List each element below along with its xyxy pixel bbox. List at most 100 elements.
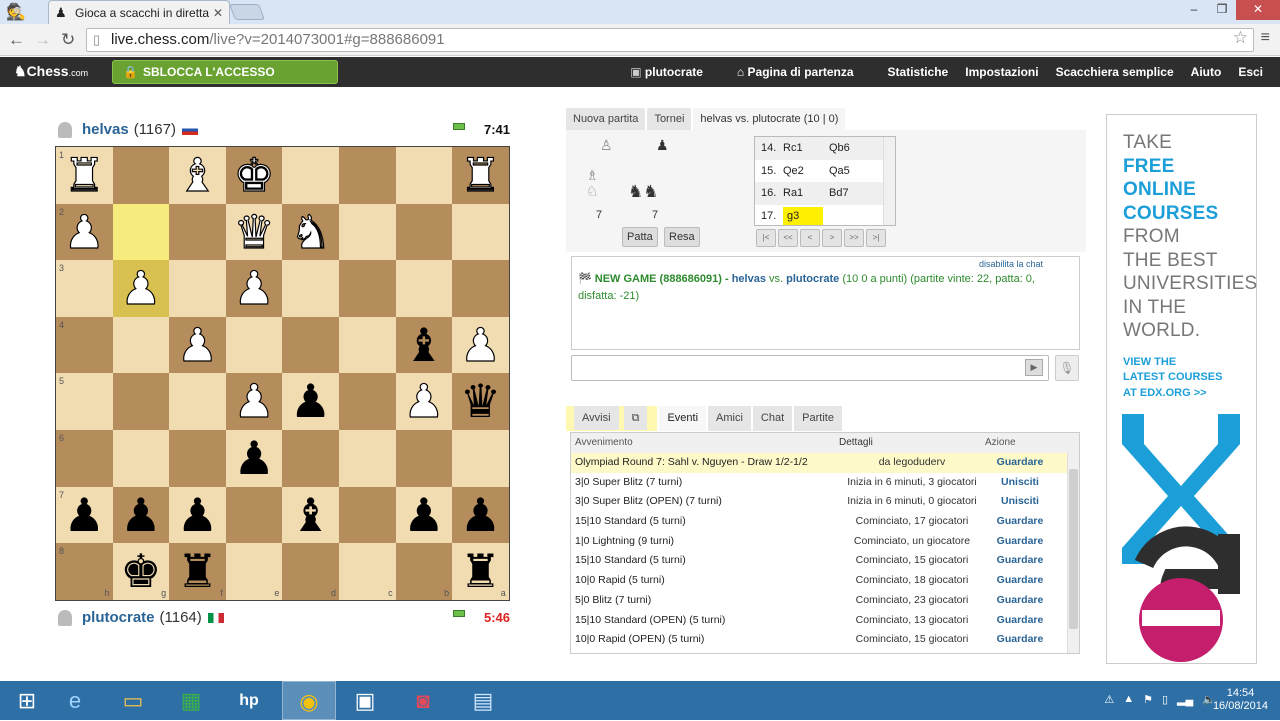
events-scrollbar[interactable] bbox=[1067, 453, 1079, 653]
reload-icon[interactable]: ↻ bbox=[61, 30, 75, 50]
bookmark-star-icon[interactable]: ☆ bbox=[1233, 28, 1248, 48]
internet-explorer-icon[interactable]: e bbox=[48, 681, 102, 720]
black-pawn-icon[interactable]: ♟ bbox=[290, 375, 331, 427]
microphone-icon[interactable]: 🎙 bbox=[1055, 355, 1079, 381]
minimize-icon[interactable]: – bbox=[1180, 0, 1208, 20]
board-square[interactable] bbox=[112, 429, 170, 487]
popout-icon[interactable]: ⧉ bbox=[623, 406, 648, 430]
board-square[interactable]: 2 ♟ bbox=[56, 203, 113, 261]
forward-fast-button[interactable]: >> bbox=[844, 229, 864, 247]
tab-friends[interactable]: Amici bbox=[708, 406, 751, 431]
board-square[interactable] bbox=[338, 316, 396, 374]
event-row[interactable]: 10|0 Rapid (5 turni) Cominciato, 18 gioca… bbox=[571, 571, 1079, 591]
white-rook-icon[interactable]: ♜ bbox=[459, 148, 501, 201]
board-square[interactable]: ♟ bbox=[395, 486, 453, 544]
board-square[interactable]: ♟ bbox=[225, 429, 283, 487]
address-bar[interactable]: ▯ live.chess.com/live?v=2014073001#g=888… bbox=[86, 28, 1254, 52]
board-square[interactable]: ♚ bbox=[225, 147, 283, 204]
resign-button[interactable]: Resa bbox=[664, 227, 700, 247]
draw-button[interactable]: Patta bbox=[622, 227, 658, 247]
current-user[interactable]: ▣ plutocrate bbox=[630, 65, 720, 79]
board-square[interactable]: ♟ bbox=[169, 316, 226, 374]
board-square[interactable] bbox=[452, 203, 509, 261]
black-king-icon[interactable]: ♚ bbox=[120, 545, 161, 597]
board-square[interactable] bbox=[282, 260, 339, 317]
event-row[interactable]: 3|0 Super Blitz (7 turni) Inizia in 6 min… bbox=[571, 473, 1079, 493]
chess-logo[interactable]: ♞Chess.com bbox=[14, 63, 88, 80]
black-rook-icon[interactable]: ♜ bbox=[177, 545, 218, 597]
event-row[interactable]: 5|0 Blitz (7 turni) Cominciato, 23 giocat… bbox=[571, 591, 1079, 611]
event-action-link[interactable]: Guardare bbox=[985, 591, 1055, 611]
board-square[interactable] bbox=[112, 373, 170, 430]
board-square[interactable]: 7 ♟ bbox=[56, 486, 113, 544]
close-window-icon[interactable]: ✕ bbox=[1236, 0, 1280, 20]
current-move[interactable]: g3 bbox=[783, 206, 823, 225]
board-square[interactable] bbox=[112, 203, 170, 261]
board-square[interactable]: c bbox=[338, 543, 396, 600]
tab-games[interactable]: Partite bbox=[794, 406, 842, 431]
white-pawn-icon[interactable]: ♟ bbox=[403, 375, 445, 428]
event-action-link[interactable]: Guardare bbox=[985, 551, 1055, 571]
board-square[interactable] bbox=[395, 260, 453, 317]
black-pawn-icon[interactable]: ♟ bbox=[64, 489, 105, 541]
board-square[interactable]: ♟ bbox=[225, 373, 283, 430]
event-row[interactable]: 10|0 Rapid (OPEN) (5 turni) Cominciato, 1… bbox=[571, 630, 1079, 650]
white-rook-icon[interactable]: ♜ bbox=[63, 148, 105, 201]
white-knight-icon[interactable]: ♞ bbox=[289, 205, 331, 258]
black-bishop-icon[interactable]: ♝ bbox=[403, 319, 444, 371]
white-pawn-icon[interactable]: ♟ bbox=[233, 375, 275, 428]
black-bishop-icon[interactable]: ♝ bbox=[290, 489, 331, 541]
event-row[interactable]: 15|10 Standard (5 turni) Cominciato, 15 g… bbox=[571, 551, 1079, 571]
chess-board[interactable]: 1 ♜ ♝ ♚ ♜ 2 ♟ ♛ ♞ 3 ♟ ♟ 4 ♟ ♝ ♟ 5 ♟ ♟ ♟ ♛ 6 ♟ 7 ♟ ♟ ♟ ♝ ♟ ♟ 8 h g ♚ f ♜ e d c b… bbox=[55, 146, 510, 601]
restore-icon[interactable]: ❐ bbox=[1208, 0, 1236, 20]
chrome-menu-icon[interactable]: ≡ bbox=[1261, 29, 1270, 47]
board-square[interactable] bbox=[112, 316, 170, 374]
board-square[interactable] bbox=[395, 203, 453, 261]
black-rook-icon[interactable]: ♜ bbox=[460, 545, 501, 597]
white-pawn-icon[interactable]: ♟ bbox=[63, 205, 105, 258]
board-square[interactable] bbox=[338, 147, 396, 204]
board-square[interactable]: 3 bbox=[56, 260, 113, 317]
board-square[interactable]: ♟ bbox=[169, 486, 226, 544]
event-row[interactable]: 15|10 Standard (5 turni) Cominciato, 17 g… bbox=[571, 512, 1079, 532]
chat-input[interactable] bbox=[571, 355, 1049, 381]
board-square[interactable] bbox=[169, 260, 226, 317]
board-square[interactable]: ♛ bbox=[225, 203, 283, 261]
board-square[interactable]: f ♜ bbox=[169, 543, 226, 600]
browser-tab[interactable]: ♟ Gioca a scacchi in diretta ✕ bbox=[48, 0, 230, 24]
white-queen-icon[interactable]: ♛ bbox=[233, 205, 275, 258]
black-pawn-icon[interactable]: ♟ bbox=[460, 489, 501, 541]
board-square[interactable] bbox=[395, 429, 453, 487]
white-pawn-icon[interactable]: ♟ bbox=[459, 318, 501, 371]
board-square[interactable]: ♝ bbox=[395, 316, 453, 374]
bottom-player-name[interactable]: plutocrate bbox=[82, 609, 155, 626]
tray-arrow-icon[interactable]: ▲ bbox=[1123, 693, 1134, 706]
store-icon[interactable]: ▦ bbox=[164, 681, 218, 720]
board-square[interactable] bbox=[338, 429, 396, 487]
event-action-link[interactable]: Guardare bbox=[985, 532, 1055, 552]
last-move-button[interactable]: >| bbox=[866, 229, 886, 247]
event-action-link[interactable]: Unisciti bbox=[985, 473, 1055, 493]
board-square[interactable] bbox=[452, 429, 509, 487]
black-move[interactable]: Qa5 bbox=[829, 165, 875, 177]
back-arrow-icon[interactable]: ← bbox=[8, 30, 25, 50]
flag-icon[interactable]: ⚑ bbox=[1143, 693, 1153, 706]
board-square[interactable] bbox=[338, 486, 396, 544]
event-row[interactable]: 3|0 Super Blitz (OPEN) (7 turni) Inizia i… bbox=[571, 492, 1079, 512]
white-king-icon[interactable]: ♚ bbox=[233, 148, 275, 201]
windows-start-icon[interactable]: ⊞ bbox=[0, 681, 54, 720]
board-square[interactable]: ♝ bbox=[169, 147, 226, 204]
white-bishop-icon[interactable]: ♝ bbox=[176, 148, 218, 201]
moves-scrollbar[interactable] bbox=[883, 137, 895, 225]
nav-home[interactable]: ⌂ Pagina di partenza bbox=[737, 65, 871, 79]
board-square[interactable]: ♝ bbox=[282, 486, 339, 544]
event-action-link[interactable]: Guardare bbox=[985, 571, 1055, 591]
first-move-button[interactable]: |< bbox=[756, 229, 776, 247]
board-square[interactable]: ♞ bbox=[282, 203, 339, 261]
warning-icon[interactable]: ⚠ bbox=[1104, 693, 1114, 706]
board-square[interactable]: 1 ♜ bbox=[56, 147, 113, 204]
black-move[interactable]: Bd7 bbox=[829, 187, 875, 199]
event-row[interactable]: 1|0 Lightning (9 turni) Cominciato, un gi… bbox=[571, 532, 1079, 552]
board-square[interactable] bbox=[395, 147, 453, 204]
board-square[interactable]: ♛ bbox=[452, 373, 509, 430]
